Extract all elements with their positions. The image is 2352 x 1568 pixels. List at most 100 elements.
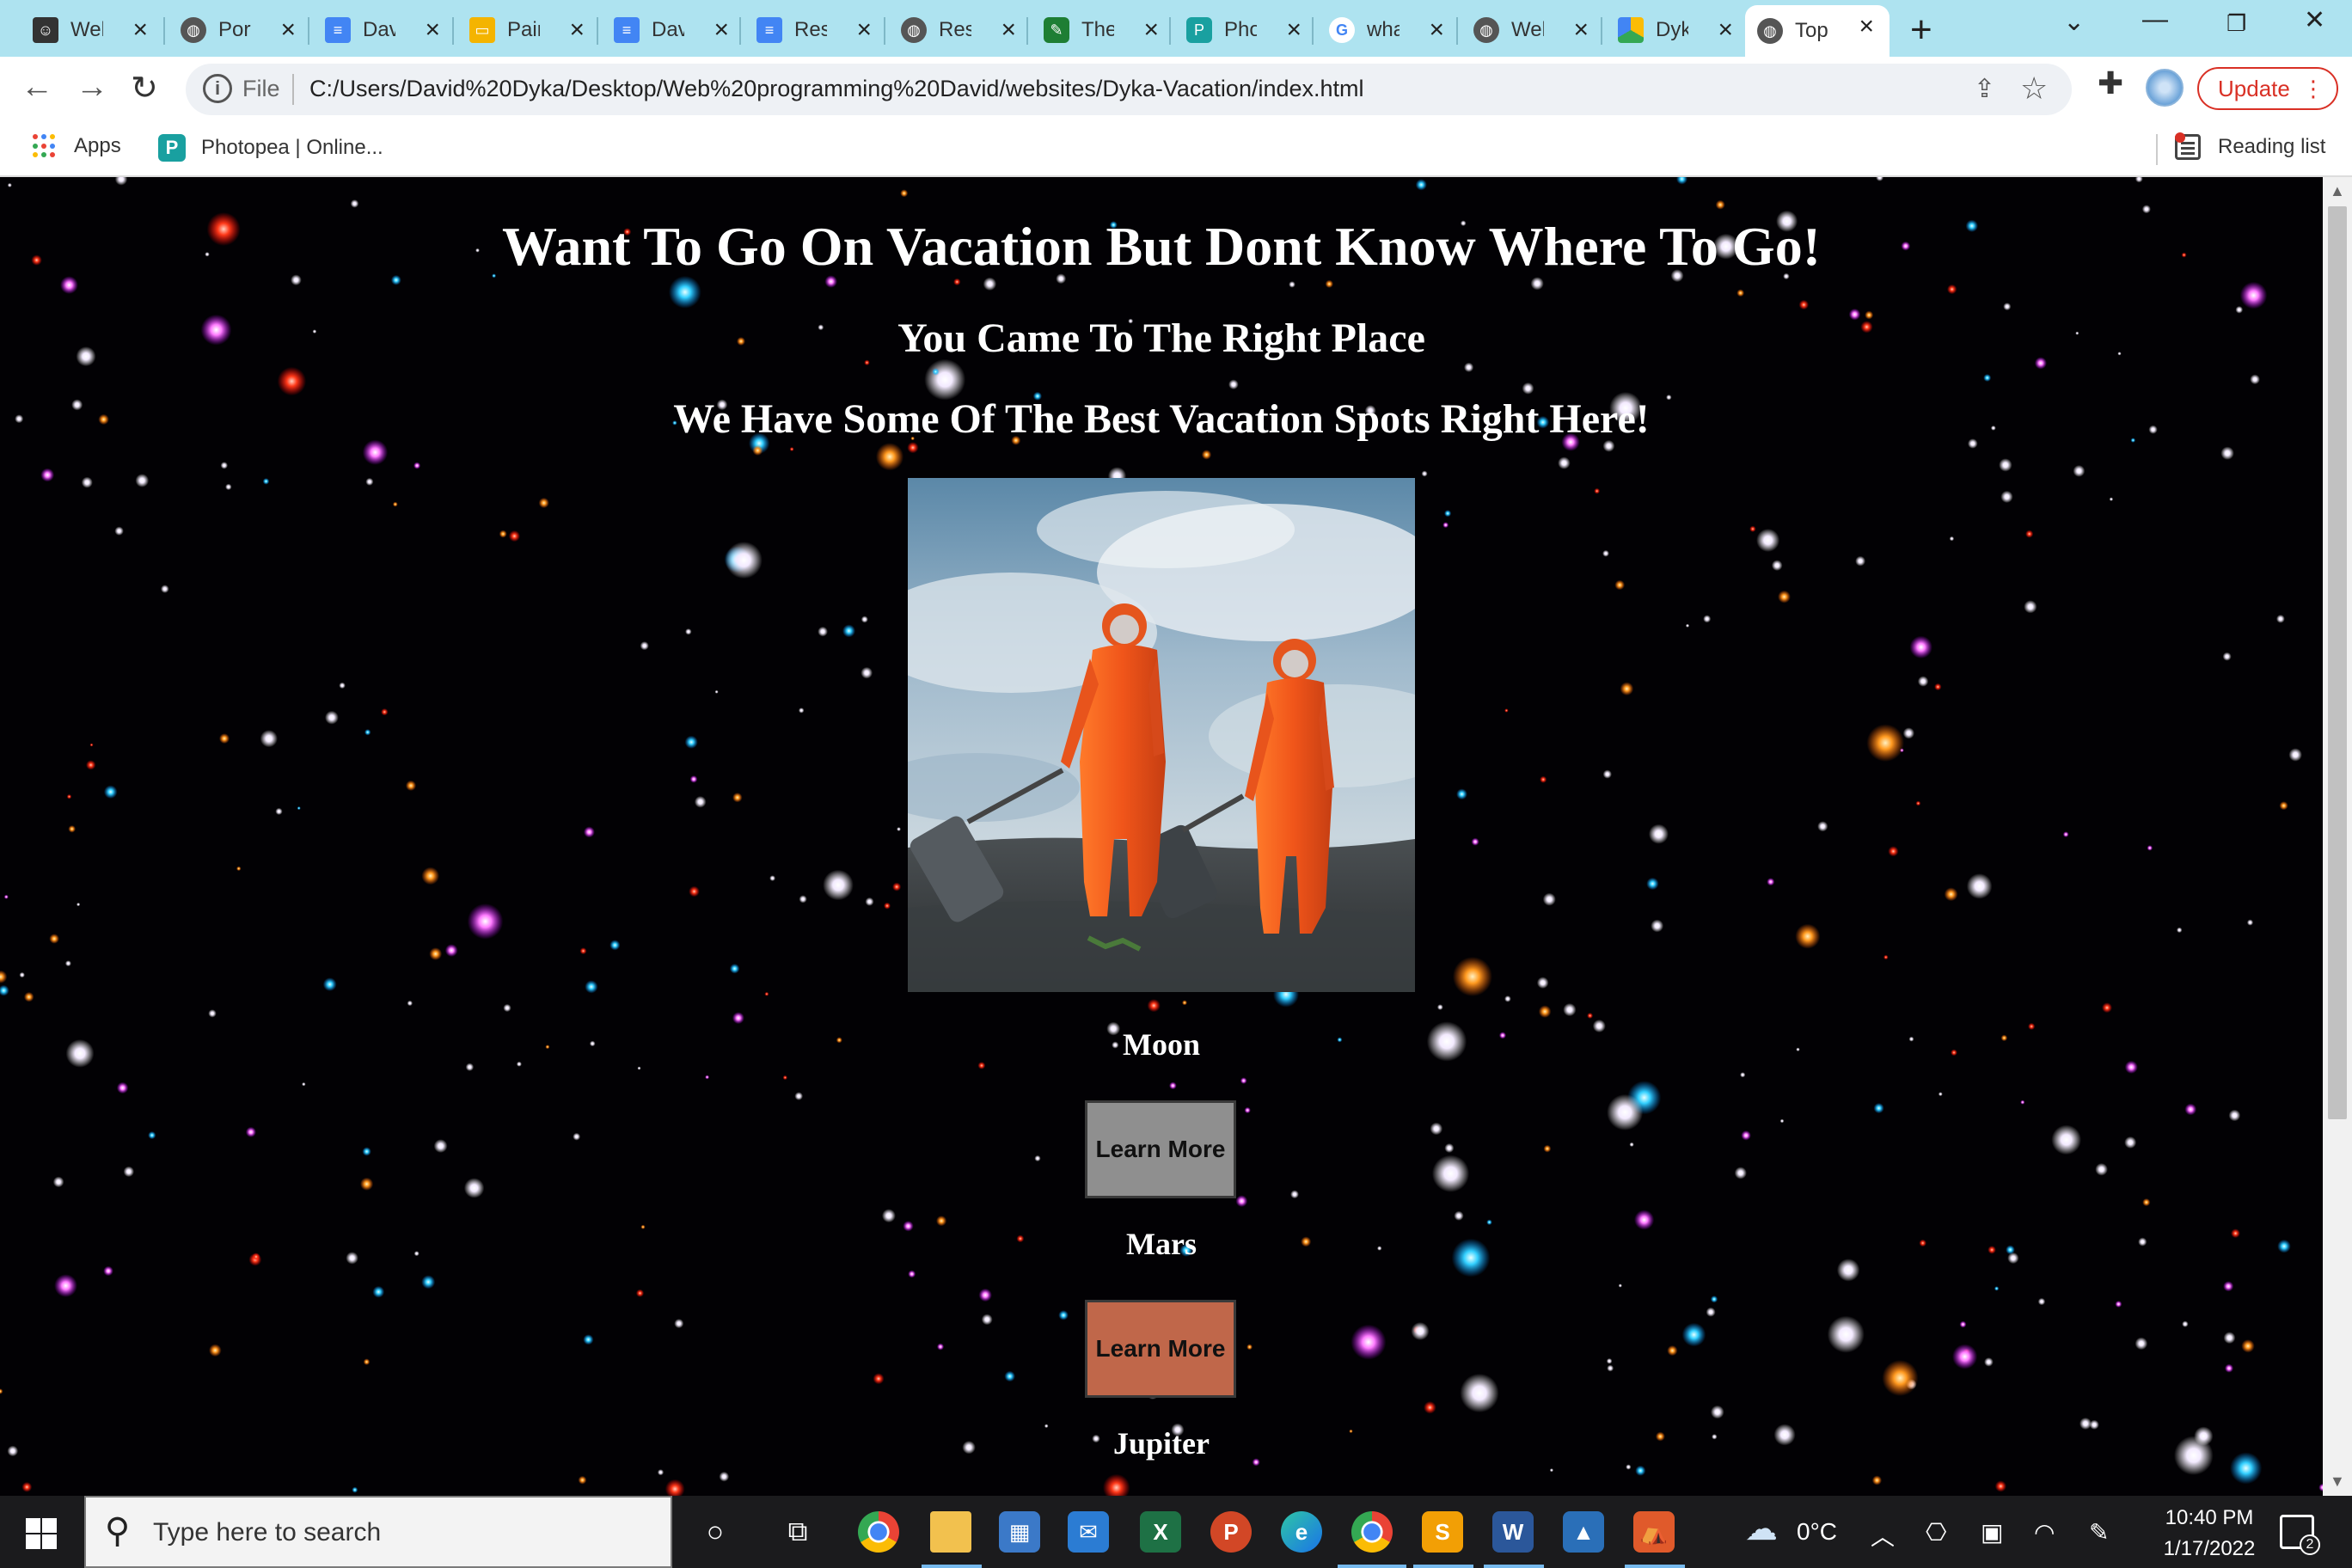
bookmark-apps[interactable]: Apps	[33, 134, 121, 158]
bookmark-photopea[interactable]: P Photopea | Online...	[158, 134, 383, 162]
temperature-label[interactable]: 0°C	[1797, 1518, 1837, 1546]
sublime-text-icon[interactable]: S	[1422, 1511, 1463, 1553]
tab-11[interactable]: Dyk ×	[1606, 9, 1749, 52]
tab-7[interactable]: ✎ The ×	[1032, 9, 1174, 52]
close-tab-icon[interactable]: ×	[1143, 15, 1159, 45]
scroll-up-icon[interactable]: ▲	[2330, 182, 2345, 200]
reading-list-button[interactable]: Reading list	[2175, 134, 2325, 160]
tab-2[interactable]: ≡ Dav ×	[313, 9, 456, 52]
star	[579, 947, 587, 955]
tab-1[interactable]: ◍ Port ×	[168, 9, 311, 52]
tab-search-chevron-icon[interactable]: ⌄	[2063, 7, 2085, 37]
globe-icon: ◍	[1757, 18, 1783, 44]
learn-more-button[interactable]: Learn More	[1085, 1300, 1236, 1398]
vertical-scrollbar[interactable]: ▲ ▼	[2323, 177, 2352, 1496]
close-tab-icon[interactable]: ×	[1573, 15, 1589, 45]
minimize-button[interactable]: —	[2142, 5, 2168, 34]
extensions-puzzle-icon[interactable]: ✚	[2098, 65, 2123, 101]
powerpoint-icon[interactable]: P	[1210, 1511, 1252, 1553]
bookmark-star-icon[interactable]: ☆	[2020, 70, 2048, 107]
star	[1681, 1322, 1706, 1347]
share-icon[interactable]: ⇪	[1974, 74, 1995, 104]
weather-cloud-icon[interactable]: ☁	[1745, 1510, 1778, 1548]
word-icon[interactable]: W	[1492, 1511, 1534, 1553]
battery-icon[interactable]: ▣	[1981, 1518, 2003, 1547]
star	[103, 785, 118, 799]
tab-8[interactable]: P Pho ×	[1174, 9, 1317, 52]
reload-button[interactable]: ↻	[131, 69, 158, 107]
edge-icon[interactable]: e	[1281, 1511, 1322, 1553]
cortana-icon[interactable]: ○	[695, 1511, 736, 1553]
scroll-down-icon[interactable]: ▼	[2330, 1473, 2345, 1491]
forward-button[interactable]: →	[76, 69, 108, 106]
close-tab-icon[interactable]: ×	[856, 15, 872, 45]
restore-button[interactable]: ❐	[2226, 10, 2246, 37]
star	[1530, 277, 1544, 291]
search-placeholder: Type here to search	[153, 1518, 382, 1547]
tab-9[interactable]: Gwha ×	[1317, 9, 1460, 52]
star	[2147, 845, 2153, 851]
star	[2223, 1332, 2236, 1344]
close-tab-icon[interactable]: ×	[714, 15, 729, 45]
star	[1959, 1320, 1967, 1328]
globe-icon: ◍	[901, 17, 927, 43]
update-button[interactable]: Update ⋮	[2197, 67, 2338, 110]
star	[463, 1178, 485, 1198]
chrome-profile-icon[interactable]	[1351, 1511, 1393, 1553]
pen-icon[interactable]: ✎	[2089, 1518, 2109, 1547]
star	[1947, 284, 1957, 295]
system-clock[interactable]: 10:40 PM 1/17/2022	[2149, 1503, 2269, 1565]
new-tab-button[interactable]: +	[1910, 9, 1932, 52]
close-tab-icon[interactable]: ×	[1429, 15, 1444, 45]
star	[640, 641, 649, 651]
start-button[interactable]	[26, 1518, 57, 1549]
star	[161, 585, 169, 593]
star	[1536, 977, 1549, 989]
url-text[interactable]: C:/Users/David%20Dyka/Desktop/Web%20prog…	[309, 76, 1364, 102]
close-tab-icon[interactable]: ×	[1859, 12, 1874, 41]
close-tab-icon[interactable]: ×	[1718, 15, 1733, 45]
back-button[interactable]: ←	[21, 69, 53, 106]
address-bar[interactable]: i File C:/Users/David%20Dyka/Desktop/Web…	[186, 64, 2072, 115]
star	[1201, 450, 1212, 460]
star	[1817, 821, 1828, 832]
star	[665, 1479, 685, 1496]
tab-10[interactable]: ◍ Wel ×	[1461, 9, 1604, 52]
info-icon[interactable]: i	[203, 74, 232, 103]
tab-0[interactable]: ☺ Wel ×	[21, 9, 163, 52]
close-tab-icon[interactable]: ×	[1001, 15, 1016, 45]
excel-icon[interactable]: X	[1140, 1511, 1181, 1553]
learn-more-button[interactable]: Learn More	[1085, 1100, 1236, 1198]
leaf-icon: ✎	[1044, 17, 1069, 43]
close-window-button[interactable]: ✕	[2304, 5, 2325, 35]
task-view-icon[interactable]: ⧉	[777, 1511, 818, 1553]
star	[1866, 724, 1904, 762]
close-tab-icon[interactable]: ×	[569, 15, 585, 45]
star	[2095, 1163, 2108, 1176]
photos-icon[interactable]: ▲	[1563, 1511, 1604, 1553]
globe-icon: ◍	[181, 17, 206, 43]
tab-3[interactable]: ▭ Pair ×	[457, 9, 600, 52]
file-explorer-icon[interactable]	[930, 1511, 971, 1553]
profile-avatar[interactable]	[2146, 69, 2184, 107]
app-icon[interactable]: ⛺	[1633, 1511, 1675, 1553]
show-hidden-icons-chevron-icon[interactable]: ︿	[1871, 1518, 1895, 1553]
tab-12[interactable]: ◍ Top ×	[1745, 5, 1890, 57]
close-tab-icon[interactable]: ×	[280, 15, 296, 45]
chrome-icon[interactable]	[858, 1511, 899, 1553]
tab-4[interactable]: ≡ Dav ×	[602, 9, 744, 52]
wifi-icon[interactable]: ◠	[2034, 1518, 2055, 1547]
store-icon[interactable]: ▦	[999, 1511, 1040, 1553]
close-tab-icon[interactable]: ×	[1286, 15, 1302, 45]
scrollbar-thumb[interactable]	[2328, 206, 2347, 1119]
notification-center-icon[interactable]: 2	[2280, 1515, 2320, 1555]
close-tab-icon[interactable]: ×	[425, 15, 440, 45]
star	[861, 616, 868, 623]
taskbar-search-box[interactable]: ⚲ Type here to search	[84, 1496, 672, 1568]
mail-icon[interactable]: ✉	[1068, 1511, 1109, 1553]
meet-now-icon[interactable]: ⎔	[1926, 1518, 1946, 1547]
star	[1767, 878, 1775, 886]
tab-5[interactable]: ≡ Resp ×	[744, 9, 887, 52]
close-tab-icon[interactable]: ×	[132, 15, 148, 45]
tab-6[interactable]: ◍ Res ×	[889, 9, 1032, 52]
